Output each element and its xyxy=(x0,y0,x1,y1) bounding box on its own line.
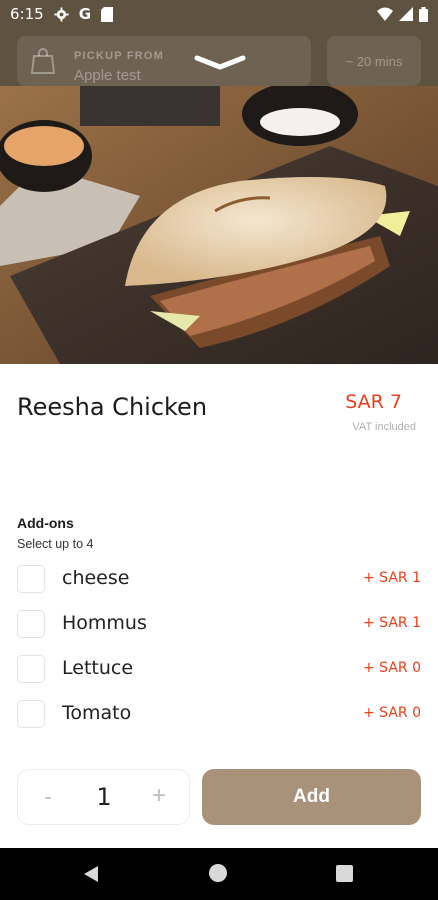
addon-price: + SAR 0 xyxy=(363,660,421,676)
back-icon[interactable] xyxy=(82,865,100,883)
vat-note: VAT included xyxy=(352,421,416,433)
eta-badge: ~ 20 mins xyxy=(327,36,421,86)
addon-price: + SAR 1 xyxy=(363,570,421,586)
increase-quantity-button[interactable]: + xyxy=(147,782,171,810)
google-g-icon: G xyxy=(78,5,91,23)
addon-checkbox[interactable] xyxy=(17,655,45,683)
chevron-down-icon[interactable] xyxy=(194,52,246,74)
addon-name: Lettuce xyxy=(62,657,134,679)
product-price: SAR 7 xyxy=(345,391,402,413)
addon-checkbox[interactable] xyxy=(17,565,45,593)
add-to-cart-button[interactable]: Add xyxy=(202,769,421,825)
addon-item-lettuce[interactable]: Lettuce + SAR 0 xyxy=(17,652,421,684)
addon-item-hommus[interactable]: Hommus + SAR 1 xyxy=(17,607,421,639)
quantity-value: 1 xyxy=(96,783,112,811)
addons-subtitle: Select up to 4 xyxy=(17,537,94,551)
product-title: Reesha Chicken xyxy=(17,393,208,421)
addon-checkbox[interactable] xyxy=(17,610,45,638)
quantity-stepper: - 1 + xyxy=(17,769,190,825)
recent-apps-icon[interactable] xyxy=(336,865,353,882)
addon-item-cheese[interactable]: cheese + SAR 1 xyxy=(17,562,421,594)
addon-checkbox[interactable] xyxy=(17,700,45,728)
cell-signal-icon xyxy=(399,7,413,21)
decrease-quantity-button[interactable]: - xyxy=(36,784,60,810)
sd-card-icon xyxy=(101,6,113,22)
pickup-label: PICKUP FROM xyxy=(74,50,165,62)
system-nav-bar xyxy=(0,848,438,900)
home-icon[interactable] xyxy=(209,864,227,882)
pickup-header: PICKUP FROM Apple test ~ 20 mins xyxy=(0,28,438,86)
addon-name: Hommus xyxy=(62,612,147,634)
addon-name: Tomato xyxy=(62,702,132,724)
addon-price: + SAR 1 xyxy=(363,615,421,631)
pickup-location-selector[interactable]: PICKUP FROM Apple test xyxy=(17,36,311,86)
addons-heading: Add-ons xyxy=(17,515,74,531)
addon-name: cheese xyxy=(62,567,130,589)
shopping-bag-icon xyxy=(31,48,55,74)
settings-icon xyxy=(54,6,69,22)
addon-item-tomato[interactable]: Tomato + SAR 0 xyxy=(17,697,421,729)
battery-icon xyxy=(419,6,428,22)
store-name: Apple test xyxy=(74,67,141,84)
status-time: 6:15 xyxy=(10,5,44,23)
addon-price: + SAR 0 xyxy=(363,705,421,721)
product-image xyxy=(0,86,438,364)
wifi-icon xyxy=(377,7,393,21)
status-bar: 6:15 G xyxy=(0,0,438,28)
